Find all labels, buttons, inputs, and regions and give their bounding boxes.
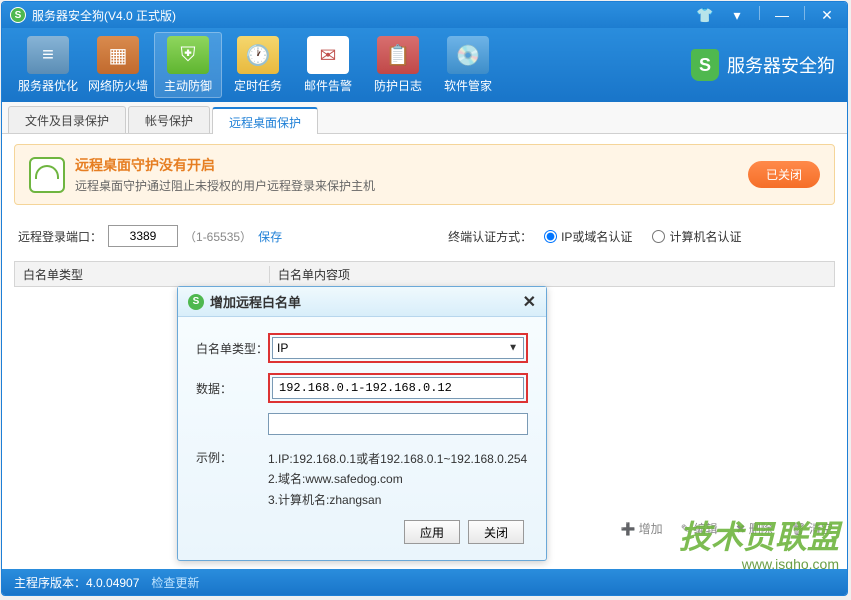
example-label: 示例： [196,449,268,510]
check-update-link[interactable]: 检查更新 [151,574,199,591]
radio-hostname[interactable]: 计算机名认证 [652,228,741,245]
tool-label: 软件管家 [444,77,492,94]
tool-label: 网络防火墙 [88,77,148,94]
main-window: S 服务器安全狗(V4.0 正式版) 👕 ▾ — ✕ ≡ 服务器优化 ▦ 网络防… [1,1,848,596]
data-input[interactable] [272,377,524,399]
type-highlight: ▼ [268,333,528,363]
separator [804,6,805,20]
example-item: 3.计算机名:zhangsan [268,490,527,510]
save-link[interactable]: 保存 [258,228,282,245]
auth-method-label: 终端认证方式： [448,228,532,245]
brand-text: 服务器安全狗 [727,52,835,78]
radio-ip-domain[interactable]: IP或域名认证 [544,228,632,245]
tool-scheduled-tasks[interactable]: 🕐 定时任务 [224,32,292,98]
shirt-icon[interactable]: 👕 [693,6,717,24]
tool-firewall[interactable]: ▦ 网络防火墙 [84,32,152,98]
radio-label: 计算机名认证 [669,228,741,245]
whitelist-header: 白名单类型 白名单内容项 [14,261,835,287]
brand-shield-icon: S [691,49,719,81]
watermark: 技术员联盟 www.jsgho.com [679,521,839,571]
example-item: 2.域名:www.safedog.com [268,469,527,489]
shield-icon: ⛨ [167,36,209,74]
titlebar: S 服务器安全狗(V4.0 正式版) 👕 ▾ — ✕ [2,2,847,28]
tab-file-protection[interactable]: 文件及目录保护 [8,106,126,133]
alert-desc: 远程桌面守护通过阻止未授权的用户远程登录来保护主机 [75,177,748,194]
firewall-icon: ▦ [97,36,139,74]
app-title: 服务器安全狗(V4.0 正式版) [32,7,693,24]
software-icon: 💿 [447,36,489,74]
col-type: 白名单类型 [15,266,270,283]
tool-label: 防护日志 [374,77,422,94]
examples-block: 示例： 1.IP:192.168.0.1或者192.168.0.1~192.16… [196,449,528,510]
app-icon: S [10,7,26,23]
radio-hostname-input[interactable] [652,230,665,243]
dialog-title-text: 增加远程白名单 [210,292,301,311]
tool-label: 邮件告警 [304,77,352,94]
wifi-shield-icon [29,157,65,193]
example-list: 1.IP:192.168.0.1或者192.168.0.1~192.168.0.… [268,449,527,510]
type-row: 白名单类型： ▼ [196,333,528,363]
data-label: 数据： [196,380,268,397]
alert-title: 远程桌面守护没有开启 [75,155,748,175]
version-text: 主程序版本：4.0.04907 [14,574,139,591]
statusbar: 主程序版本：4.0.04907 检查更新 [2,569,847,595]
type-select[interactable] [272,337,524,359]
clock-icon: 🕐 [237,36,279,74]
brand: S 服务器安全狗 [691,49,835,81]
dialog-body: 白名单类型： ▼ 数据： 示例： 1.IP:192.168.0.1或者1 [178,317,546,560]
tool-protection-log[interactable]: 📋 防护日志 [364,32,432,98]
tool-label: 定时任务 [234,77,282,94]
radio-label: IP或域名认证 [561,228,632,245]
tab-account-protection[interactable]: 帐号保护 [128,106,210,133]
tab-remote-desktop[interactable]: 远程桌面保护 [212,107,318,134]
window-controls: 👕 ▾ — ✕ [693,6,839,24]
close-button[interactable]: 关闭 [468,520,524,544]
tool-software-manager[interactable]: 💿 软件管家 [434,32,502,98]
toggle-closed-button[interactable]: 已关闭 [748,161,820,188]
data-row: 数据： [196,373,528,403]
alert-panel: 远程桌面守护没有开启 远程桌面守护通过阻止未授权的用户远程登录来保护主机 已关闭 [14,144,835,205]
col-content: 白名单内容项 [270,266,834,283]
dropdown-icon[interactable]: ▾ [725,6,749,24]
port-label: 远程登录端口： [18,228,102,245]
tool-label: 服务器优化 [18,77,78,94]
mail-icon: ✉ [307,36,349,74]
port-config-row: 远程登录端口： （1-65535） 保存 终端认证方式： IP或域名认证 计算机… [14,219,835,261]
radio-ip-domain-input[interactable] [544,230,557,243]
tool-label: 主动防御 [164,77,212,94]
apply-button[interactable]: 应用 [404,520,460,544]
toolbar: ≡ 服务器优化 ▦ 网络防火墙 ⛨ 主动防御 🕐 定时任务 ✉ 邮件告警 📋 防… [2,28,847,102]
dialog-close-button[interactable]: ✕ [523,292,536,312]
minimize-button[interactable]: — [770,6,794,24]
content-area: 远程桌面守护没有开启 远程桌面守护通过阻止未授权的用户远程登录来保护主机 已关闭… [2,134,847,297]
watermark-text: 技术员联盟 [679,519,839,555]
server-icon: ≡ [27,36,69,74]
tool-server-optimize[interactable]: ≡ 服务器优化 [14,32,82,98]
blank-field[interactable] [268,413,528,435]
data-highlight [268,373,528,403]
tool-mail-alert[interactable]: ✉ 邮件告警 [294,32,362,98]
add-button[interactable]: ➕ 增加 [621,520,663,537]
tool-active-defense[interactable]: ⛨ 主动防御 [154,32,222,98]
add-whitelist-dialog: S 增加远程白名单 ✕ 白名单类型： ▼ 数据： [177,286,547,561]
alert-text: 远程桌面守护没有开启 远程桌面守护通过阻止未授权的用户远程登录来保护主机 [75,155,748,194]
port-input[interactable] [108,225,178,247]
separator [759,6,760,20]
dialog-footer: 应用 关闭 [196,520,528,548]
sub-tabbar: 文件及目录保护 帐号保护 远程桌面保护 [2,102,847,134]
close-button[interactable]: ✕ [815,6,839,24]
port-range-hint: （1-65535） [184,228,252,245]
log-icon: 📋 [377,36,419,74]
type-label: 白名单类型： [196,340,268,357]
dialog-titlebar: S 增加远程白名单 ✕ [178,287,546,317]
example-item: 1.IP:192.168.0.1或者192.168.0.1~192.168.0.… [268,449,527,469]
dialog-icon: S [188,294,204,310]
